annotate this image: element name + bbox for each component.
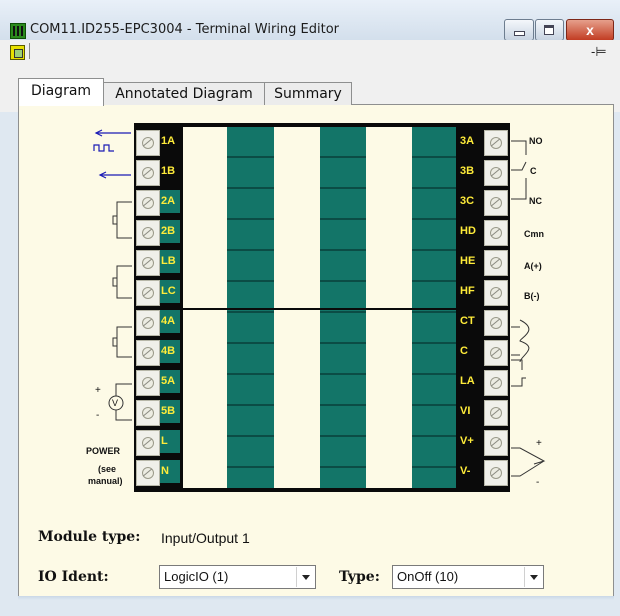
io-ident-label: IO Ident:: [38, 569, 109, 585]
thermocouple-symbol: [511, 447, 546, 477]
contact-switch-4a-4b: [112, 326, 132, 358]
relay-no-label: NO: [529, 136, 543, 146]
voltage-plus-label: +: [95, 385, 101, 396]
type-label: Type:: [339, 569, 380, 585]
power-label: POWER: [86, 446, 121, 456]
tc-plus-label: +: [536, 438, 542, 449]
io-ident-value: LogicIO (1): [164, 569, 229, 584]
comms-a-label: A(+): [524, 261, 542, 271]
tab-diagram[interactable]: Diagram: [18, 78, 104, 106]
voltage-label: V: [112, 398, 119, 408]
contact-switch-2a-2b: [112, 201, 132, 239]
comms-b-label: B(-): [524, 291, 540, 301]
comms-cmn-label: Cmn: [524, 229, 544, 239]
contact-switch-lb-lc: [112, 265, 132, 299]
relay-nc-label: NC: [529, 196, 542, 206]
ct-coil-symbol: [511, 319, 530, 363]
chevron-down-icon[interactable]: [296, 567, 314, 587]
relay-contact-3a-3c: [511, 140, 527, 200]
voltage-minus-label: -: [96, 410, 100, 421]
power-see-label: (see: [98, 464, 117, 474]
contact-switch-c-la: [511, 359, 526, 387]
power-manual-label: manual): [88, 476, 123, 486]
voltage-source-wires: [115, 383, 132, 421]
type-value: OnOff (10): [397, 569, 459, 584]
type-select[interactable]: OnOff (10): [392, 565, 544, 589]
pulse-wave-icon: [93, 144, 114, 152]
relay-c-label: C: [530, 166, 537, 176]
tc-minus-label: -: [536, 477, 540, 488]
module-type-label: Module type:: [38, 529, 141, 545]
io-ident-select[interactable]: LogicIO (1): [159, 565, 316, 589]
chevron-down-icon[interactable]: [524, 567, 542, 587]
module-type-value: Input/Output 1: [161, 530, 250, 546]
